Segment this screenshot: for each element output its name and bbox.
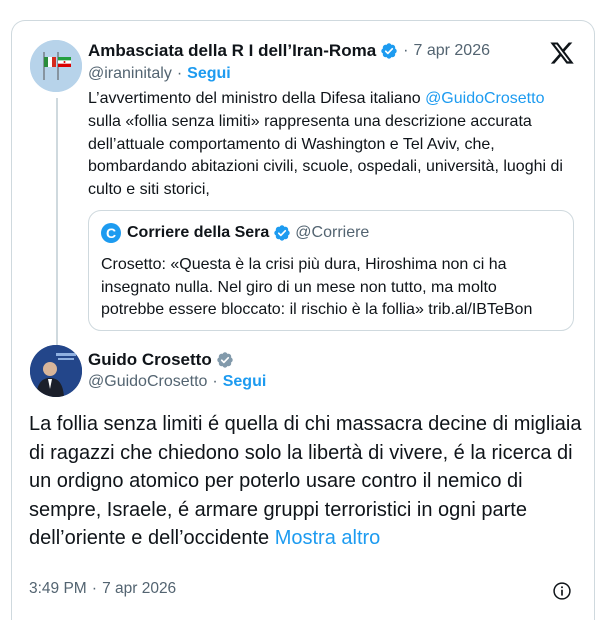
tweet-text-part: L’avvertimento del ministro della Difesa… [88,90,426,107]
embassy-avatar[interactable] [30,40,82,92]
show-more-link[interactable]: Mostra altro [275,527,381,549]
mention-link[interactable]: @GuidoCrosetto [425,90,544,107]
tweet-text-part: sulla «follia senza limiti» rappresenta … [88,112,563,199]
reply-author-name[interactable]: Guido Crosetto [88,350,212,370]
original-tweet-header: Ambasciata della R I dell’Iran-Roma · 7 … [88,40,490,62]
quoted-author-name: Corriere della Sera [127,224,270,241]
reply-handle-row: @GuidoCrosetto · Segui [88,373,266,391]
verified-gray-badge-icon [217,352,233,368]
info-icon[interactable] [552,581,572,601]
follow-button[interactable]: Segui [223,373,267,391]
author-handle[interactable]: @iraninitaly [88,65,172,83]
separator-dot: · [91,580,98,597]
crosetto-avatar[interactable] [30,345,82,397]
quoted-tweet-header: C Corriere della Sera @Corriere [101,223,369,243]
quoted-author-handle: @Corriere [295,224,370,241]
flags-icon [30,40,82,92]
separator-dot: · [176,65,183,82]
tweet-date[interactable]: 7 apr 2026 [102,580,176,598]
quoted-tweet[interactable]: C Corriere della Sera @Corriere Crosetto… [88,210,574,331]
reply-tweet-text: La follia senza limiti é quella di chi m… [29,410,584,553]
tweet-timestamp[interactable]: 3:49 PM · 7 apr 2026 [29,580,176,598]
x-logo-icon[interactable] [549,40,575,66]
tweet-date[interactable]: 7 apr 2026 [413,42,490,60]
follow-button[interactable]: Segui [187,65,231,83]
thread-connector-line [56,98,58,348]
separator-dot: · [212,373,218,390]
corriere-logo-icon: C [101,223,121,243]
verified-badge-icon [381,43,397,59]
reply-author-handle[interactable]: @GuidoCrosetto [88,373,207,391]
author-name[interactable]: Ambasciata della R I dell’Iran-Roma [88,41,376,61]
reply-tweet-header: Guido Crosetto [88,349,234,371]
original-tweet-text: L’avvertimento del ministro della Difesa… [88,88,578,202]
tweet-time[interactable]: 3:49 PM [29,580,87,598]
verified-badge-icon [274,225,290,241]
separator-dot: · [403,42,409,59]
quoted-tweet-text: Crosetto: «Questa è la crisi più dura, H… [101,256,533,318]
original-handle-row: @iraninitaly · Segui [88,65,231,83]
person-photo-icon [30,345,82,397]
